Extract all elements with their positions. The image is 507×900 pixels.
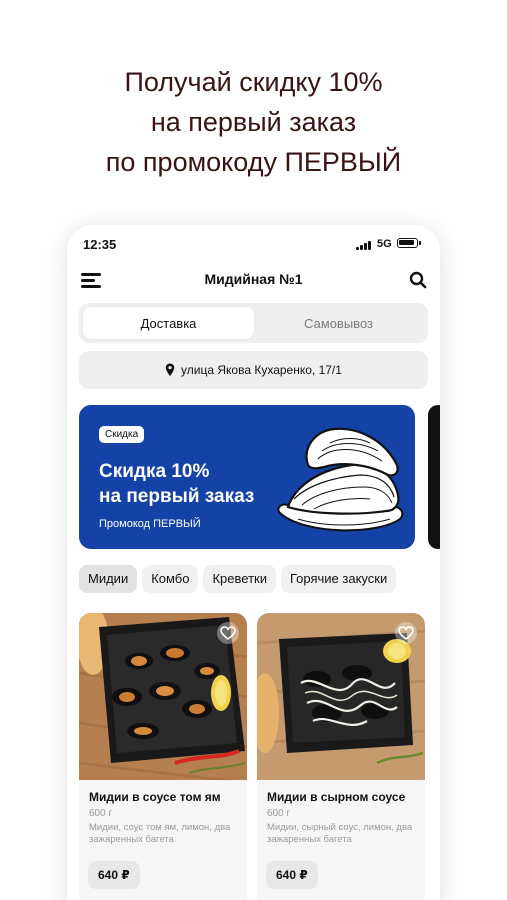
status-time: 12:35 (83, 237, 117, 252)
category-chip-hot-snacks[interactable]: Горячие закуски (280, 565, 397, 593)
mussel-illustration (277, 427, 404, 532)
phone-frame: 12:35 5G Мидийная №1 Доставка Самовывоз … (67, 225, 440, 900)
battery-icon (397, 238, 421, 248)
banner-promo-code: Промокод ПЕРВЫЙ (99, 518, 201, 530)
delivery-mode-toggle: Доставка Самовывоз (79, 303, 428, 343)
signal-icon (356, 240, 374, 250)
category-chip-shrimp[interactable]: Креветки (203, 565, 276, 593)
address-selector[interactable]: улица Якова Кухаренко, 17/1 (79, 351, 428, 389)
product-name: Мидии в сырном соусе (267, 790, 406, 804)
product-card[interactable]: Мидии в сырном соусе 600 г Мидии, сырный… (257, 613, 425, 900)
network-label: 5G (377, 238, 392, 250)
favorite-heart-icon[interactable] (395, 622, 417, 644)
product-description: Мидии, сырный соус, лимон, два зажаренны… (267, 822, 413, 845)
location-pin-icon (165, 363, 175, 376)
banner-headline: Скидка 10% на первый заказ (99, 459, 254, 509)
product-name: Мидии в соусе том ям (89, 790, 221, 804)
next-banner-peek[interactable] (428, 405, 440, 549)
promo-banner[interactable]: Скидка Скидка 10% на первый заказ Промок… (79, 405, 415, 549)
product-weight: 600 г (267, 808, 291, 819)
product-weight: 600 г (89, 808, 113, 819)
product-price-button[interactable]: 640 ₽ (88, 861, 140, 889)
app-header: Мидийная №1 (67, 265, 440, 295)
promo-headline: Получай скидку 10% на первый заказ по пр… (0, 62, 507, 182)
category-chip-combo[interactable]: Комбо (142, 565, 199, 593)
category-chip-mussels[interactable]: Мидии (79, 565, 138, 593)
address-text: улица Якова Кухаренко, 17/1 (181, 363, 342, 377)
banner-headline-line-1: Скидка 10% (99, 461, 210, 482)
banner-badge: Скидка (99, 426, 145, 443)
category-chips: Мидии Комбо Креветки Горячие закуски (79, 565, 440, 595)
promo-headline-line-3: по промокоду ПЕРВЫЙ (105, 147, 402, 177)
banner-headline-line-2: на первый заказ (99, 486, 255, 507)
promo-headline-line-2: на первый заказ (150, 107, 357, 137)
restaurant-title: Мидийная №1 (204, 271, 303, 287)
delivery-tab[interactable]: Доставка (83, 307, 254, 339)
product-card[interactable]: Мидии в соусе том ям 600 г Мидии, соус т… (79, 613, 247, 900)
search-icon[interactable] (409, 271, 427, 289)
product-price-button[interactable]: 640 ₽ (266, 861, 318, 889)
product-description: Мидии, соус том ям, лимон, два зажаренны… (89, 822, 231, 845)
hamburger-icon[interactable] (81, 273, 101, 288)
status-bar: 12:35 5G (67, 225, 440, 261)
promo-headline-line-1: Получай скидку 10% (124, 67, 383, 97)
pickup-tab[interactable]: Самовывоз (253, 307, 424, 339)
favorite-heart-icon[interactable] (217, 622, 239, 644)
